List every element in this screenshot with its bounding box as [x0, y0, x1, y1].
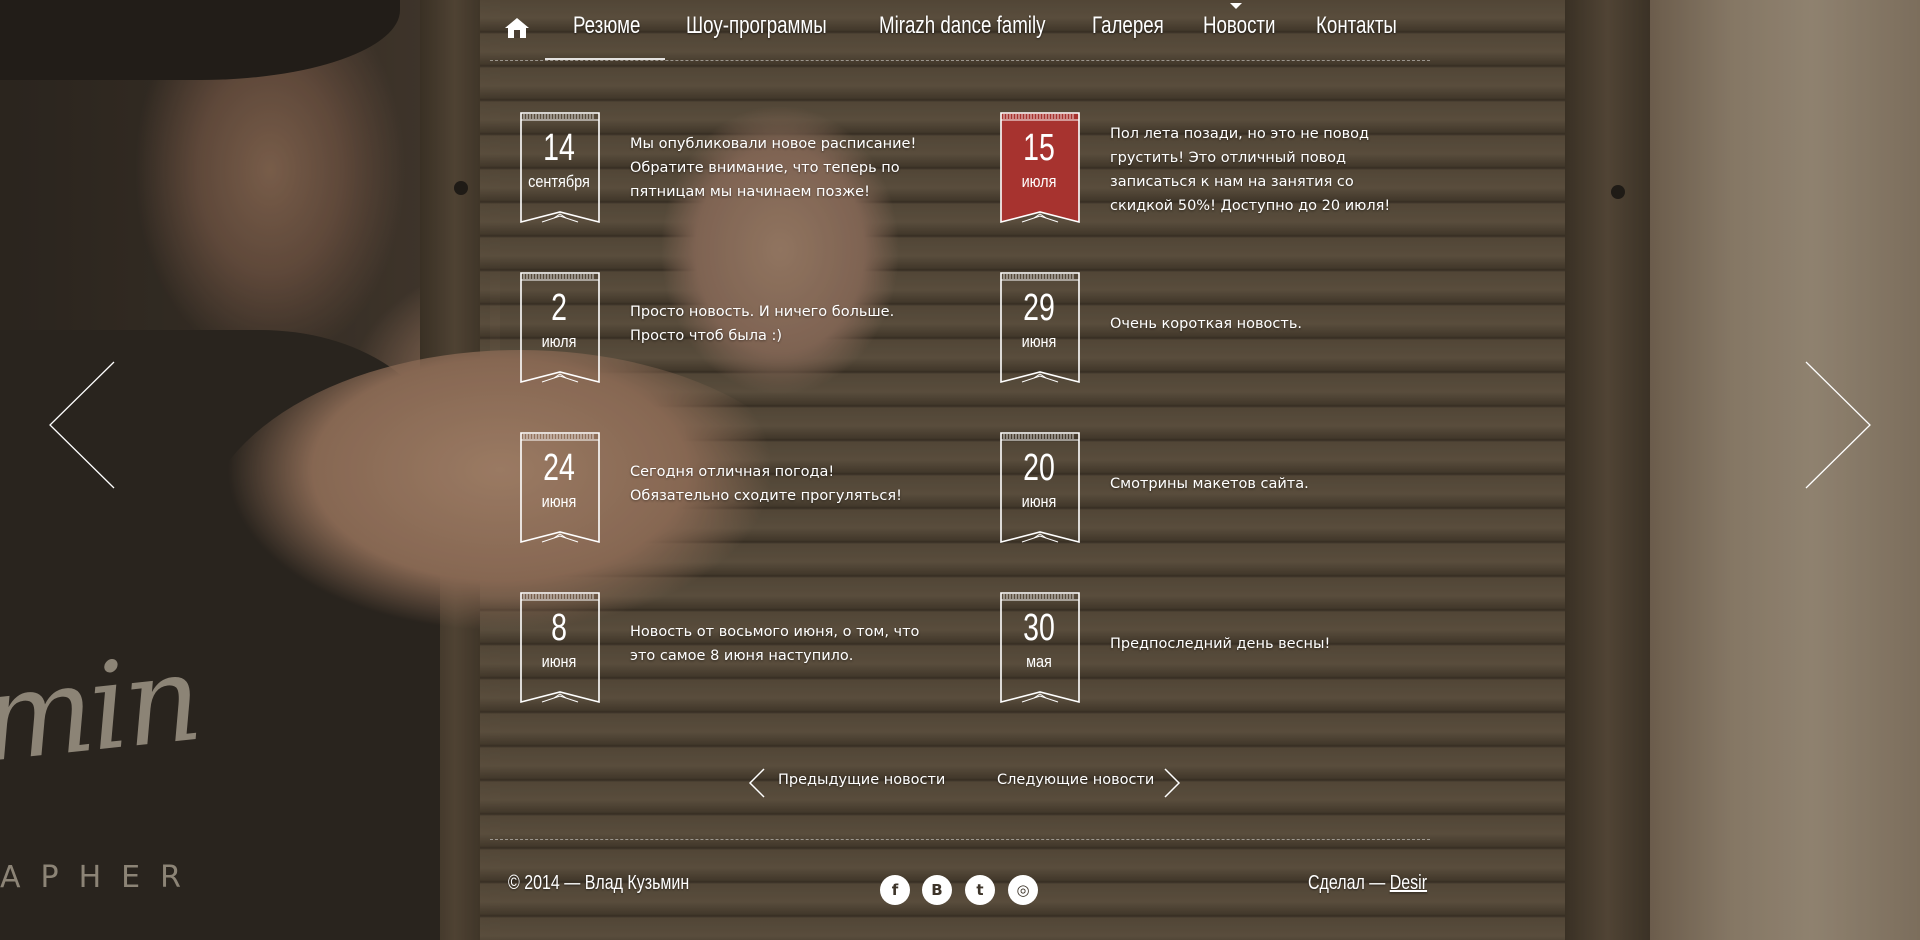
date-month: июня: [541, 492, 577, 511]
home-icon[interactable]: [504, 16, 530, 40]
date-badge[interactable]: 29 июня: [1000, 272, 1080, 384]
date-day: 2: [551, 287, 567, 329]
vk-icon[interactable]: B: [922, 875, 952, 905]
date-day: 20: [1023, 447, 1055, 489]
slider-next-arrow-icon[interactable]: [1802, 360, 1872, 490]
slider-prev-arrow-icon[interactable]: [48, 360, 118, 490]
footer-credit: Сделал — Desir: [1308, 872, 1427, 895]
date-badge[interactable]: 30 мая: [1000, 592, 1080, 704]
facebook-icon[interactable]: f: [880, 875, 910, 905]
date-day: 29: [1023, 287, 1055, 329]
news-text[interactable]: Сегодня отличная погода! Обязательно схо…: [630, 460, 930, 508]
date-badge[interactable]: 14 сентября: [520, 112, 600, 224]
chevron-left-icon[interactable]: [748, 768, 766, 798]
news-text[interactable]: Очень короткая новость.: [1110, 312, 1395, 336]
news-item: 29 июня Очень короткая новость.: [1000, 272, 1440, 387]
date-month: мая: [1026, 652, 1052, 671]
nav-current-indicator: [1230, 3, 1242, 9]
news-text[interactable]: Мы опубликовали новое расписание! Обрати…: [630, 132, 930, 204]
date-month: июля: [1021, 172, 1057, 191]
news-item: 2 июля Просто новость. И ничего больше. Пр…: [520, 272, 960, 387]
nav-item-news[interactable]: Новости: [1203, 12, 1275, 40]
footer-credit-link[interactable]: Desir: [1390, 872, 1427, 894]
date-month: июня: [1021, 492, 1057, 511]
date-day: 14: [543, 127, 575, 169]
date-day: 15: [1023, 127, 1055, 169]
nav-item-gallery[interactable]: Галерея: [1092, 12, 1164, 40]
date-month: сентября: [528, 172, 590, 191]
footer-credit-prefix: Сделал —: [1308, 872, 1390, 894]
nav-item-shows[interactable]: Шоу-программы: [686, 12, 827, 40]
footer-divider: [490, 839, 1430, 840]
background-overlay: [0, 0, 1920, 940]
news-item: 8 июня Новость от восьмого июня, о том, чт…: [520, 592, 960, 707]
main-nav: Резюме Шоу-программы Mirazh dance family…: [490, 0, 1430, 61]
news-text[interactable]: Новость от восьмого июня, о том, что это…: [630, 620, 930, 668]
date-day: 24: [543, 447, 575, 489]
prev-news-link[interactable]: Предыдущие новости: [778, 772, 945, 788]
news-text[interactable]: Пол лета позади, но это не повод грустит…: [1110, 122, 1395, 218]
date-badge[interactable]: 2 июля: [520, 272, 600, 384]
date-month: июня: [541, 652, 577, 671]
news-item: 24 июня Сегодня отличная погода! Обязатель…: [520, 432, 960, 547]
news-item: 14 сентября Мы опубликовали новое расписан…: [520, 112, 960, 227]
footer-copyright: © 2014 — Влад Кузьмин: [508, 872, 690, 894]
news-text[interactable]: Предпоследний день весны!: [1110, 632, 1395, 656]
nav-item-dance-family[interactable]: Mirazh dance family: [879, 12, 1045, 40]
twitter-icon[interactable]: t: [965, 875, 995, 905]
date-badge[interactable]: 15 июля: [1000, 112, 1080, 224]
date-day: 30: [1023, 607, 1055, 649]
date-month: июля: [541, 332, 577, 351]
news-text[interactable]: Смотрины макетов сайта.: [1110, 472, 1395, 496]
date-month: июня: [1021, 332, 1057, 351]
instagram-icon[interactable]: ◎: [1008, 875, 1038, 905]
background-photo: min APHER: [0, 0, 1920, 940]
date-badge[interactable]: 24 июня: [520, 432, 600, 544]
news-item: 20 июня Смотрины макетов сайта.: [1000, 432, 1440, 547]
date-badge[interactable]: 8 июня: [520, 592, 600, 704]
news-item: 30 мая Предпоследний день весны!: [1000, 592, 1440, 707]
next-news-link[interactable]: Следующие новости: [997, 772, 1154, 788]
date-badge[interactable]: 20 июня: [1000, 432, 1080, 544]
nav-item-resume[interactable]: Резюме: [573, 12, 640, 40]
nav-item-contacts[interactable]: Контакты: [1316, 12, 1397, 40]
news-item: 15 июля Пол лета позади, но это не повод г…: [1000, 112, 1440, 227]
date-day: 8: [551, 607, 567, 649]
nav-hover-underline: [545, 58, 665, 60]
chevron-right-icon[interactable]: [1163, 768, 1181, 798]
news-text[interactable]: Просто новость. И ничего больше. Просто …: [630, 300, 930, 348]
